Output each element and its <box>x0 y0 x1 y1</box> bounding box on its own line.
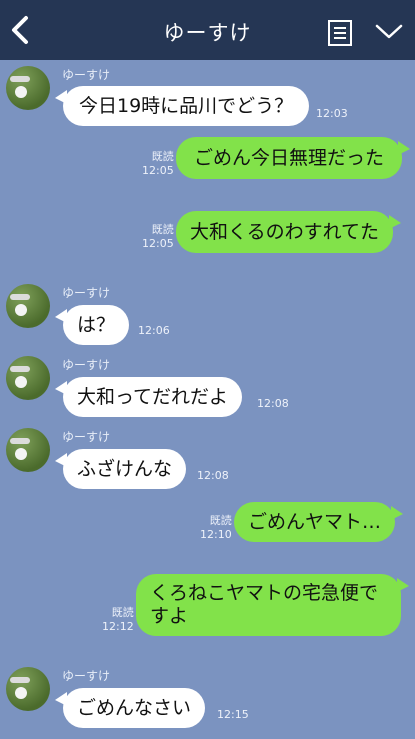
message-time: 12:06 <box>138 324 170 337</box>
collapse-button[interactable] <box>374 22 404 42</box>
avatar[interactable] <box>6 428 50 472</box>
chevron-down-icon <box>375 24 403 39</box>
message-time: 12:05 <box>142 164 174 177</box>
read-receipt: 既読 12:05 <box>142 223 174 251</box>
menu-button[interactable] <box>327 19 353 47</box>
incoming-message[interactable]: ふざけんな <box>54 449 187 489</box>
message-line: すよ <box>150 605 189 627</box>
list-icon <box>328 20 352 46</box>
message-time: 12:08 <box>257 397 289 410</box>
incoming-message[interactable]: 大和ってだれだよ <box>54 377 243 417</box>
sender-name: ゆーすけ <box>62 286 111 300</box>
avatar[interactable] <box>6 667 50 711</box>
message-time: 12:15 <box>217 708 249 721</box>
outgoing-message[interactable]: 大和くるのわすれてた <box>176 211 402 253</box>
read-label: 既読 <box>111 606 134 619</box>
sender-name: ゆーすけ <box>62 68 111 82</box>
read-receipt: 既読 12:10 <box>200 514 232 542</box>
incoming-message[interactable]: 今日19時に品川でどう？ <box>54 86 310 126</box>
sender-name: ゆーすけ <box>62 430 111 444</box>
avatar[interactable] <box>6 66 50 110</box>
message-time: 12:08 <box>197 469 229 482</box>
message-time: 12:03 <box>316 107 348 120</box>
read-label: 既読 <box>209 514 232 527</box>
outgoing-message[interactable]: ごめんヤマト… <box>234 502 404 542</box>
sender-name: ゆーすけ <box>62 358 111 372</box>
avatar[interactable] <box>6 356 50 400</box>
avatar[interactable] <box>6 284 50 328</box>
read-label: 既読 <box>151 150 174 163</box>
incoming-message[interactable]: は？ <box>54 305 130 345</box>
sender-name: ゆーすけ <box>62 669 111 683</box>
read-receipt: 既読 12:05 <box>142 150 174 178</box>
read-label: 既読 <box>151 223 174 236</box>
read-receipt: 既読 12:12 <box>102 606 134 634</box>
chat-header: ゆーすけ <box>0 0 415 60</box>
outgoing-message[interactable]: ごめん今日無理だった <box>176 137 411 179</box>
message-time: 12:10 <box>200 528 232 541</box>
message-line: くろねこヤマトの宅急便で <box>150 582 379 604</box>
incoming-message[interactable]: ごめんなさい <box>54 688 206 728</box>
message-time: 12:05 <box>142 237 174 250</box>
outgoing-message[interactable]: くろねこヤマトの宅急便で すよ <box>136 574 409 636</box>
message-time: 12:12 <box>102 620 134 633</box>
